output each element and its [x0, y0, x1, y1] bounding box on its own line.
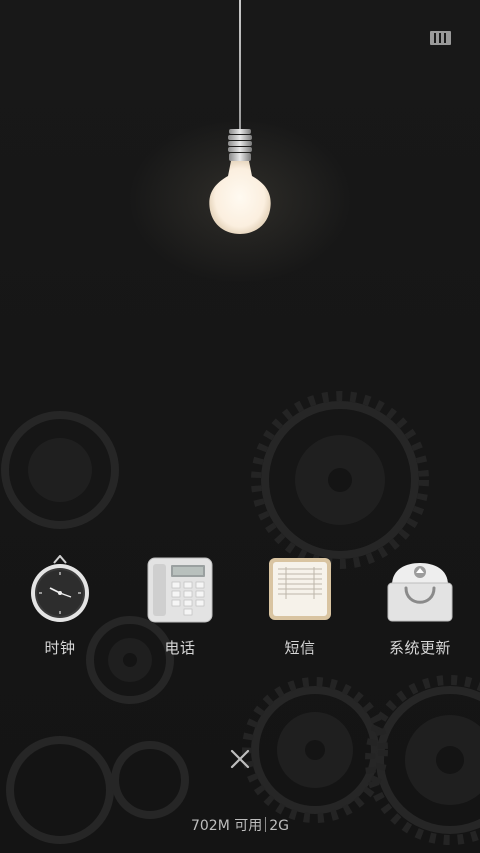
recent-apps-screen: 时钟 电话 短信 系统更新 702M 可用 2G — [0, 0, 480, 853]
phone-icon — [147, 557, 213, 623]
app-label: 系统更新 — [388, 639, 451, 657]
memory-total: 2G — [269, 818, 290, 834]
bulb-wire — [239, 0, 241, 132]
close-icon[interactable] — [225, 744, 255, 774]
bar-icon[interactable] — [430, 31, 451, 45]
recent-apps-dock: 时钟 电话 短信 系统更新 — [0, 555, 480, 665]
messages-icon — [269, 558, 331, 620]
app-phone[interactable]: 电话 — [120, 555, 240, 660]
app-clock[interactable]: 时钟 — [0, 555, 120, 660]
memory-status: 702M 可用 2G — [0, 815, 480, 835]
system-update-icon — [387, 563, 453, 622]
app-system-update[interactable]: 系统更新 — [360, 555, 480, 660]
app-messages[interactable]: 短信 — [240, 555, 360, 660]
app-label: 短信 — [284, 639, 316, 657]
memory-available: 702M 可用 — [190, 818, 263, 834]
clock-icon — [31, 555, 89, 622]
app-label: 时钟 — [44, 639, 76, 657]
light-bulb-icon[interactable] — [200, 126, 280, 241]
app-label: 电话 — [164, 639, 196, 657]
memory-divider — [265, 817, 267, 832]
